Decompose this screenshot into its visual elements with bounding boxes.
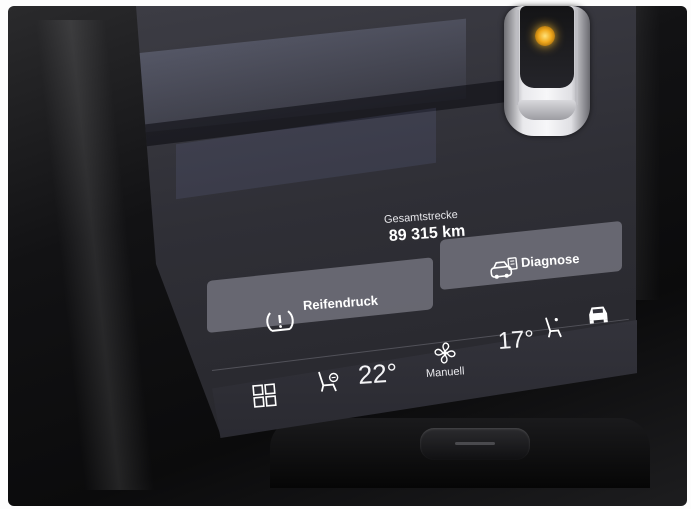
temperature-left[interactable]: 22°: [357, 357, 398, 391]
fan-icon[interactable]: [431, 339, 459, 367]
car-side-trim-left: [516, 10, 519, 105]
home-button-line: [455, 442, 495, 445]
car-side-trim-right: [575, 10, 578, 105]
car-rear: [518, 100, 576, 120]
tire-pressure-icon: [264, 307, 297, 336]
temperature-right[interactable]: 17°: [497, 326, 535, 356]
seat-icon[interactable]: [540, 315, 564, 341]
car-front-icon[interactable]: [585, 301, 611, 325]
seat-heating-icon[interactable]: [314, 368, 342, 396]
photo-stage: Gesamtstrecke 89 315 km Diagnose Reifend…: [0, 0, 691, 509]
warning-indicator-icon: [535, 26, 555, 46]
car-roof-glass: [520, 6, 574, 88]
home-grid-icon[interactable]: [251, 382, 279, 410]
car-diagnostics-icon: [489, 257, 519, 282]
